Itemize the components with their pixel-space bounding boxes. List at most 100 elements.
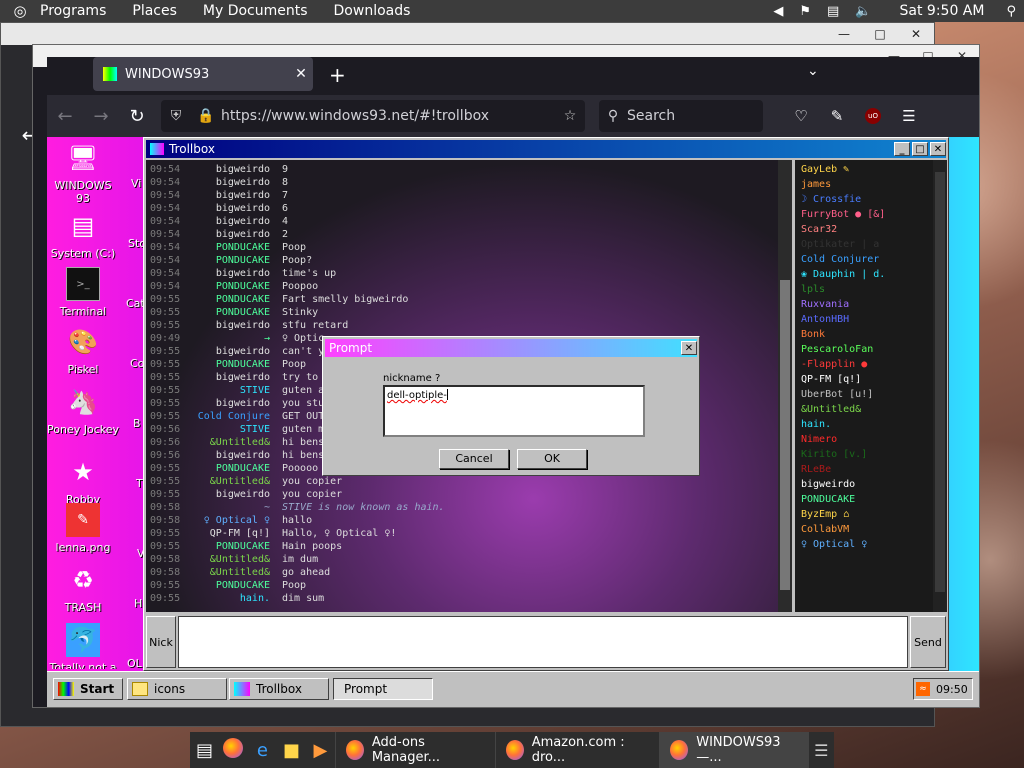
user-list-item[interactable]: -Flapplin ● (801, 359, 931, 373)
desktop-icon-not-a-virus[interactable]: 🐬 Totally not a virus.Trust (47, 623, 119, 669)
chat-nick[interactable]: bigweirdo (216, 164, 270, 175)
forward-icon[interactable]: → (83, 106, 119, 127)
dock-window-addons[interactable]: Add-ons Manager... (334, 732, 495, 768)
hamburger-menu-icon[interactable]: ☰ (891, 107, 927, 125)
close-icon[interactable]: ✕ (930, 142, 946, 156)
send-button[interactable]: Send (910, 616, 946, 668)
user-list-item[interactable]: CollabVM (801, 524, 931, 538)
user-list-item[interactable]: Nimero (801, 434, 931, 448)
chat-nick[interactable]: &Untitled& (210, 476, 270, 487)
windows93-clock[interactable]: 09:50 (936, 683, 968, 696)
activities-icon[interactable]: ◎ (0, 2, 40, 20)
user-list-item[interactable]: AntonHBH (801, 314, 931, 328)
chat-nick[interactable]: &Untitled& (210, 554, 270, 565)
menu-my-documents[interactable]: My Documents (203, 3, 308, 19)
chat-nick[interactable]: ♀ Optical ♀ (204, 515, 270, 526)
chat-nick[interactable]: bigweirdo (216, 346, 270, 357)
chat-nick[interactable]: bigweirdo (216, 320, 270, 331)
background-window-titlebar[interactable]: — □ ✕ (1, 23, 934, 45)
chat-nick[interactable]: bigweirdo (216, 372, 270, 383)
menu-places[interactable]: Places (132, 3, 177, 19)
chevron-down-icon[interactable]: ⌄ (807, 63, 819, 79)
chat-nick[interactable]: → (264, 333, 270, 344)
chat-nick[interactable]: QP-FM [q!] (210, 528, 270, 539)
user-list-item[interactable]: Ruxvania (801, 299, 931, 313)
chat-nick[interactable]: PONDUCAKE (216, 580, 270, 591)
desktop-icon-system[interactable]: ▤ System (C:) (47, 209, 119, 260)
user-list-item[interactable]: lpls (801, 284, 931, 298)
chat-nick[interactable]: &Untitled& (210, 567, 270, 578)
user-list-item[interactable]: ByzEmp ⌂ (801, 509, 931, 523)
chat-nick[interactable]: hain. (240, 593, 270, 604)
user-list-item[interactable]: PONDUCAKE (801, 494, 931, 508)
chat-nick[interactable]: bigweirdo (216, 489, 270, 500)
chat-nick[interactable]: bigweirdo (216, 216, 270, 227)
chat-nick[interactable]: bigweirdo (216, 268, 270, 279)
minimize-icon[interactable]: — (826, 27, 862, 41)
chat-message-input[interactable] (178, 616, 908, 668)
menu-programs[interactable]: Programs (40, 3, 106, 19)
chat-nick[interactable]: PONDUCAKE (216, 463, 270, 474)
volume-icon[interactable]: 🔈 (855, 4, 871, 19)
chat-scroll-thumb[interactable] (780, 280, 790, 590)
close-icon[interactable]: ✕ (681, 341, 697, 355)
bookmark-star-icon[interactable]: ☆ (555, 108, 585, 124)
dock-menu-icon[interactable]: ☰ (809, 741, 834, 760)
panel-clock[interactable]: Sat 9:50 AM (900, 3, 985, 19)
desktop-icon-piskel[interactable]: 🎨 Piskel (47, 325, 119, 376)
user-list-item[interactable]: UberBot [u!] (801, 389, 931, 403)
prompt-titlebar[interactable]: Prompt ✕ (325, 339, 697, 357)
chat-nick[interactable]: PONDUCAKE (216, 281, 270, 292)
user-list-item[interactable]: Scar32 (801, 224, 931, 238)
user-list-item[interactable]: Optikater | a (801, 239, 931, 253)
chat-nick[interactable]: bigweirdo (216, 177, 270, 188)
cancel-button[interactable]: Cancel (439, 449, 509, 469)
chat-nick[interactable]: PONDUCAKE (216, 307, 270, 318)
close-icon[interactable]: ✕ (898, 27, 934, 41)
rss-icon[interactable]: ≈ (916, 682, 930, 696)
desktop-icon-lenna[interactable]: ✎ lenna.png (47, 503, 119, 554)
desktop-icon-trash[interactable]: ♻ TRASH (47, 563, 119, 614)
internet-explorer-icon[interactable]: e (248, 740, 277, 761)
user-list-item[interactable]: bigweirdo (801, 479, 931, 493)
trollbox-titlebar[interactable]: Trollbox _ □ ✕ (146, 140, 946, 158)
chat-nick[interactable]: STIVE (240, 424, 270, 435)
chat-nick[interactable]: Cold Conjure (198, 411, 270, 422)
chat-nick[interactable]: ~ (264, 502, 270, 513)
pocket-icon[interactable]: ♡ (783, 107, 819, 125)
back-icon[interactable]: ← (47, 106, 83, 127)
desktop-icon-windows93[interactable]: 🖥 WINDOWS 93 (47, 141, 119, 205)
new-tab-icon[interactable]: + (329, 63, 346, 87)
chat-nick[interactable]: STIVE (240, 385, 270, 396)
task-trollbox[interactable]: Trollbox (229, 678, 329, 700)
url-text[interactable]: https://www.windows93.net/#!trollbox (221, 108, 555, 124)
windows93-desktop[interactable]: 🖥 WINDOWS 93 ▤ System (C:) >_ Terminal 🎨… (47, 137, 979, 707)
menu-downloads[interactable]: Downloads (334, 3, 411, 19)
maximize-icon[interactable]: □ (912, 142, 928, 156)
extensions-icon[interactable]: ✎ (819, 107, 855, 125)
chat-nick[interactable]: bigweirdo (216, 203, 270, 214)
user-list-item[interactable]: QP-FM [q!] (801, 374, 931, 388)
chat-nick[interactable]: &Untitled& (210, 437, 270, 448)
flag-icon[interactable]: ⚑ (799, 4, 811, 19)
chat-nick[interactable]: PONDUCAKE (216, 359, 270, 370)
dock-window-amazon[interactable]: Amazon.com : dro... (494, 732, 660, 768)
user-list-item[interactable]: ♀ Optical ♀ (801, 539, 931, 553)
close-tab-icon[interactable]: ✕ (289, 66, 313, 82)
chat-nick[interactable]: PONDUCAKE (216, 242, 270, 253)
firefox-launcher-icon[interactable] (219, 737, 248, 763)
clipboard-icon[interactable]: ▤ (827, 4, 839, 19)
chat-nick[interactable]: bigweirdo (216, 398, 270, 409)
search-placeholder[interactable]: Search (627, 108, 675, 124)
maximize-icon[interactable]: □ (862, 27, 898, 41)
user-list-item[interactable]: Kirito [v.] (801, 449, 931, 463)
user-list-item[interactable]: hain. (801, 419, 931, 433)
chat-nick[interactable]: bigweirdo (216, 190, 270, 201)
desktop-icon-label-partial[interactable]: Vi (131, 177, 141, 190)
minimize-icon[interactable]: _ (894, 142, 910, 156)
search-bar[interactable]: ⚲ Search (599, 100, 763, 132)
user-scroll-thumb[interactable] (935, 172, 945, 592)
ok-button[interactable]: OK (517, 449, 587, 469)
nick-button[interactable]: Nick (146, 616, 176, 668)
arrow-left-icon[interactable]: ◀ (773, 4, 783, 19)
